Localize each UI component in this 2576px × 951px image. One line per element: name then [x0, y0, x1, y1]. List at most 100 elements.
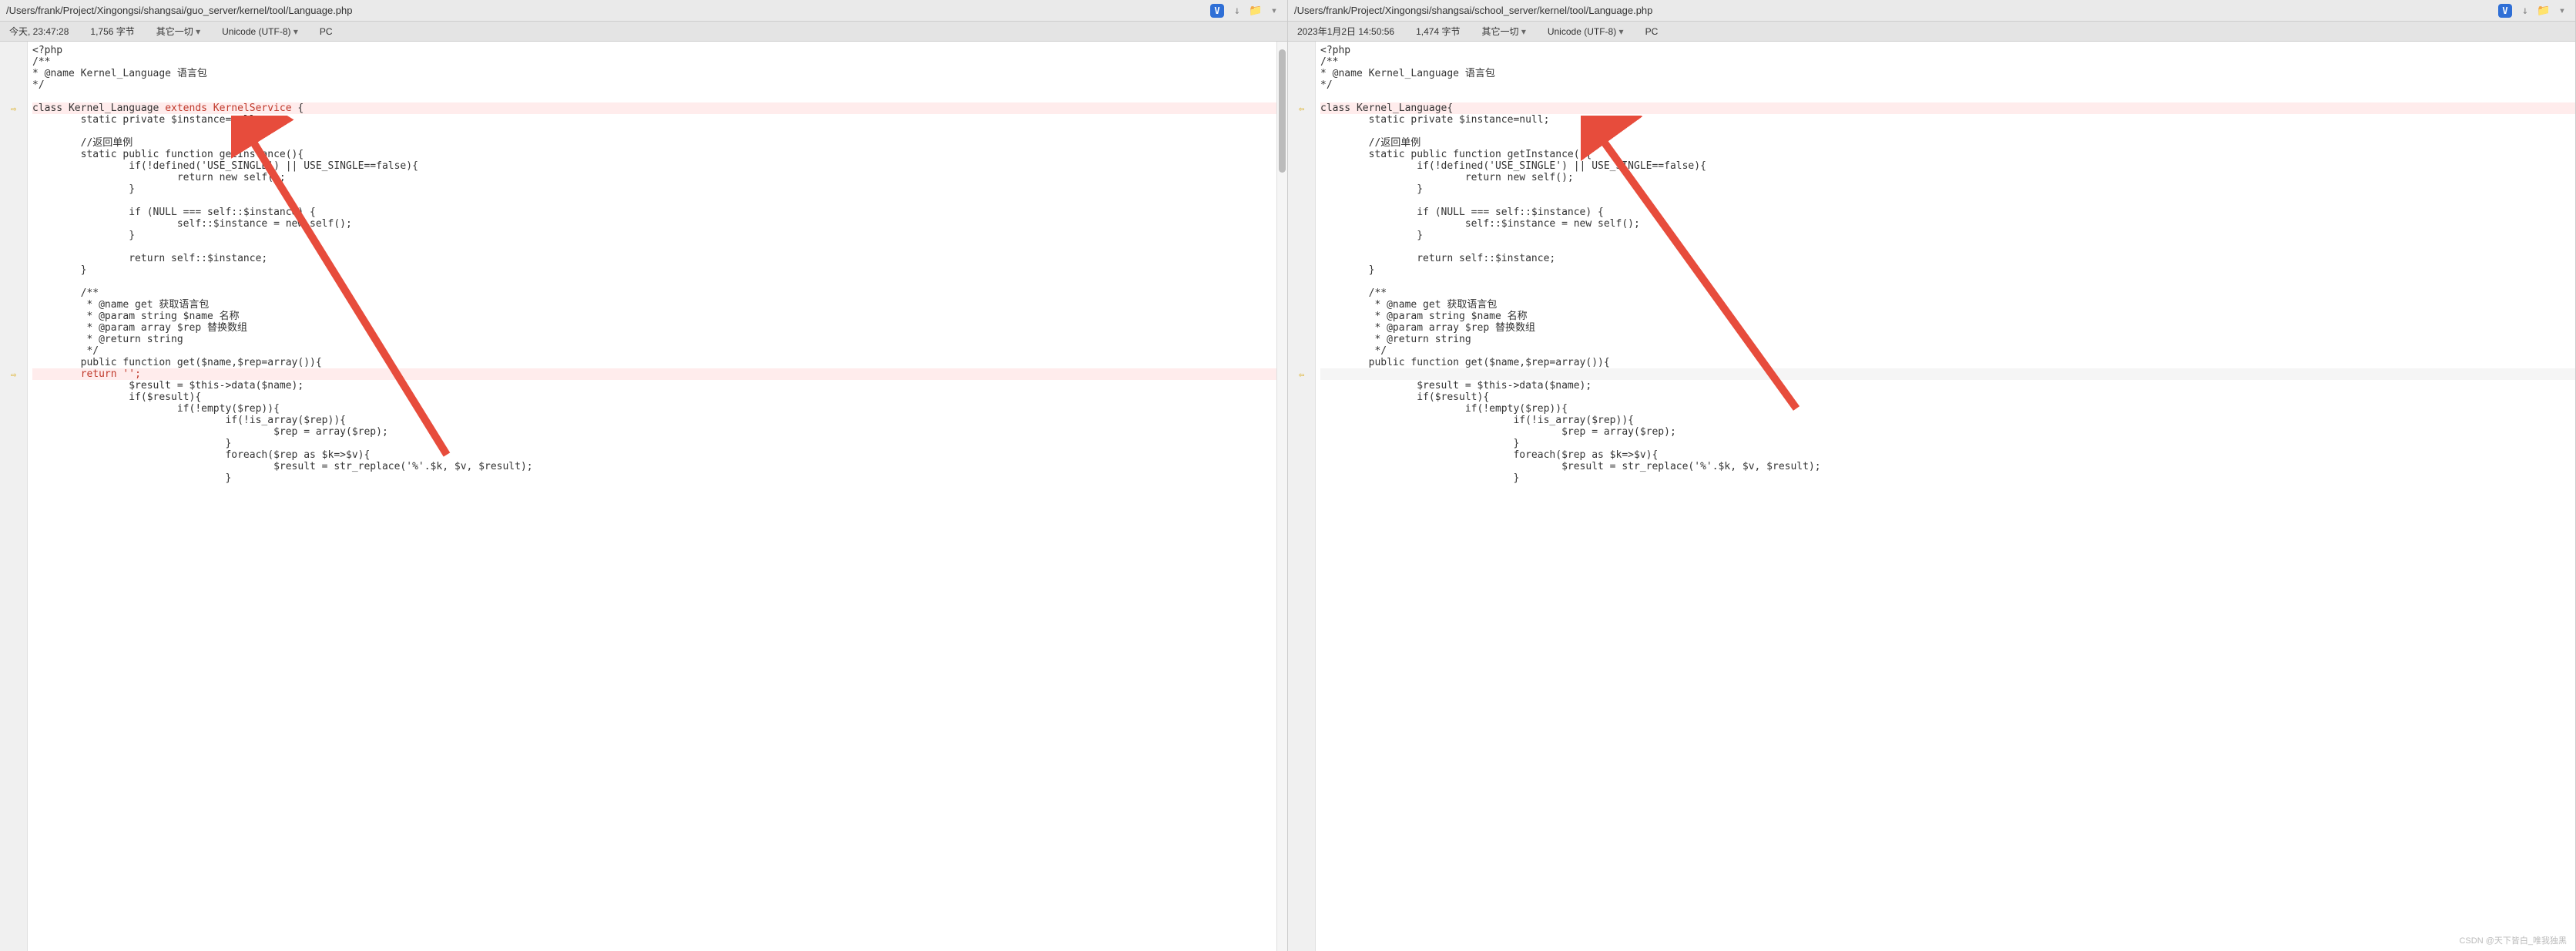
code-line: if (NULL === self::$instance) { [32, 207, 1276, 218]
code-line: class Kernel_Language{ [1320, 102, 2575, 114]
code-line: return ''; [32, 368, 1276, 380]
right-info-bar: 2023年1月2日 14:50:56 1,474 字节 其它一切 Unicode… [1288, 22, 2575, 42]
code-line: static public function getInstance(){ [32, 149, 1276, 160]
code-line: <?php [32, 45, 1276, 56]
code-line: /** [1320, 56, 2575, 68]
code-line: public function get($name,$rep=array()){ [1320, 357, 2575, 368]
diff-marker: ⇦ [1288, 368, 1315, 380]
diff-marker [1288, 264, 1315, 276]
file-size: 1,756 字节 [90, 25, 134, 38]
code-line: */ [1320, 79, 2575, 91]
code-line: $result = $this->data($name); [32, 380, 1276, 391]
code-line [1320, 368, 2575, 380]
code-line: } [1320, 472, 2575, 484]
diff-marker [0, 56, 27, 68]
code-content[interactable]: <?php/*** @name Kernel_Language 语言包*/cla… [1316, 42, 2575, 951]
left-info-bar: 今天, 23:47:28 1,756 字节 其它一切 Unicode (UTF-… [0, 22, 1287, 42]
encoding-dropdown[interactable]: Unicode (UTF-8) [1548, 26, 1624, 37]
diff-marker [1288, 218, 1315, 230]
code-line: <?php [1320, 45, 2575, 56]
vcs-badge[interactable]: V [1210, 4, 1224, 18]
left-pane: /Users/frank/Project/Xingongsi/shangsai/… [0, 0, 1288, 951]
code-line: */ [32, 345, 1276, 357]
code-line: * @name Kernel_Language 语言包 [32, 68, 1276, 79]
diff-marker [1288, 183, 1315, 195]
code-line: if(!is_array($rep)){ [32, 415, 1276, 426]
line-ending: PC [320, 26, 333, 37]
diff-marker [0, 449, 27, 461]
folder-icon[interactable]: 📁 [2537, 4, 2551, 18]
code-line: } [32, 438, 1276, 449]
diff-marker [0, 79, 27, 91]
code-line: $result = $this->data($name); [1320, 380, 2575, 391]
code-line: $rep = array($rep); [32, 426, 1276, 438]
diff-marker [0, 160, 27, 172]
code-line [1320, 241, 2575, 253]
code-line: } [1320, 264, 2575, 276]
vcs-badge[interactable]: V [2498, 4, 2512, 18]
arrow-down-icon[interactable]: ↓ [1230, 4, 1244, 18]
code-line: * @param string $name 名称 [1320, 311, 2575, 322]
code-line [1320, 195, 2575, 207]
diff-marker [1288, 56, 1315, 68]
diff-marker [1288, 276, 1315, 287]
diff-marker [1288, 114, 1315, 126]
encoding-dropdown[interactable]: Unicode (UTF-8) [222, 26, 298, 37]
code-line [32, 126, 1276, 137]
diff-marker [0, 207, 27, 218]
right-code-area: ⇦⇦ <?php/*** @name Kernel_Language 语言包*/… [1288, 42, 2575, 951]
code-line: * @name get 获取语言包 [1320, 299, 2575, 311]
diff-marker [1288, 91, 1315, 102]
diff-marker [1288, 449, 1315, 461]
diff-marker [1288, 45, 1315, 56]
code-content[interactable]: <?php/*** @name Kernel_Language 语言包*/cla… [28, 42, 1276, 951]
timestamp: 2023年1月2日 14:50:56 [1297, 25, 1394, 38]
diff-marker [0, 380, 27, 391]
chevron-down-icon[interactable]: ▾ [1267, 4, 1281, 18]
diff-marker [1288, 137, 1315, 149]
diff-marker [0, 391, 27, 403]
mode-dropdown[interactable]: 其它一切 [156, 25, 200, 38]
diff-marker [0, 149, 27, 160]
diff-marker [1288, 149, 1315, 160]
code-line: self::$instance = new self(); [1320, 218, 2575, 230]
diff-marker [0, 299, 27, 311]
diff-marker: ⇨ [0, 368, 27, 380]
code-line: static private $instance=null; [32, 114, 1276, 126]
right-path-bar: /Users/frank/Project/Xingongsi/shangsai/… [1288, 0, 2575, 22]
right-pane: /Users/frank/Project/Xingongsi/shangsai/… [1288, 0, 2576, 951]
diff-marker [0, 311, 27, 322]
diff-marker [0, 426, 27, 438]
mode-dropdown[interactable]: 其它一切 [1481, 25, 1525, 38]
diff-marker [1288, 207, 1315, 218]
folder-icon[interactable]: 📁 [1249, 4, 1263, 18]
scrollbar[interactable] [1276, 42, 1287, 951]
code-line: * @return string [32, 334, 1276, 345]
diff-marker [0, 357, 27, 368]
diff-marker [0, 241, 27, 253]
diff-marker [1288, 160, 1315, 172]
code-line: foreach($rep as $k=>$v){ [32, 449, 1276, 461]
diff-marker [0, 334, 27, 345]
code-line: //返回单例 [32, 137, 1276, 149]
code-line: * @name get 获取语言包 [32, 299, 1276, 311]
diff-marker [1288, 472, 1315, 484]
diff-marker [1288, 299, 1315, 311]
diff-marker [1288, 391, 1315, 403]
scroll-thumb[interactable] [1279, 49, 1286, 173]
code-line: $result = str_replace('%'.$k, $v, $resul… [32, 461, 1276, 472]
code-line: if($result){ [1320, 391, 2575, 403]
diff-marker [1288, 126, 1315, 137]
arrow-down-icon[interactable]: ↓ [2518, 4, 2532, 18]
code-line: if(!defined('USE_SINGLE') || USE_SINGLE=… [32, 160, 1276, 172]
code-line: $result = str_replace('%'.$k, $v, $resul… [1320, 461, 2575, 472]
gutter: ⇨⇨ [0, 42, 28, 951]
diff-marker [0, 253, 27, 264]
code-line: //返回单例 [1320, 137, 2575, 149]
code-line: return self::$instance; [1320, 253, 2575, 264]
left-code-area: ⇨⇨ <?php/*** @name Kernel_Language 语言包*/… [0, 42, 1287, 951]
code-line: } [1320, 438, 2575, 449]
code-line: $rep = array($rep); [1320, 426, 2575, 438]
chevron-down-icon[interactable]: ▾ [2555, 4, 2569, 18]
diff-marker [1288, 230, 1315, 241]
